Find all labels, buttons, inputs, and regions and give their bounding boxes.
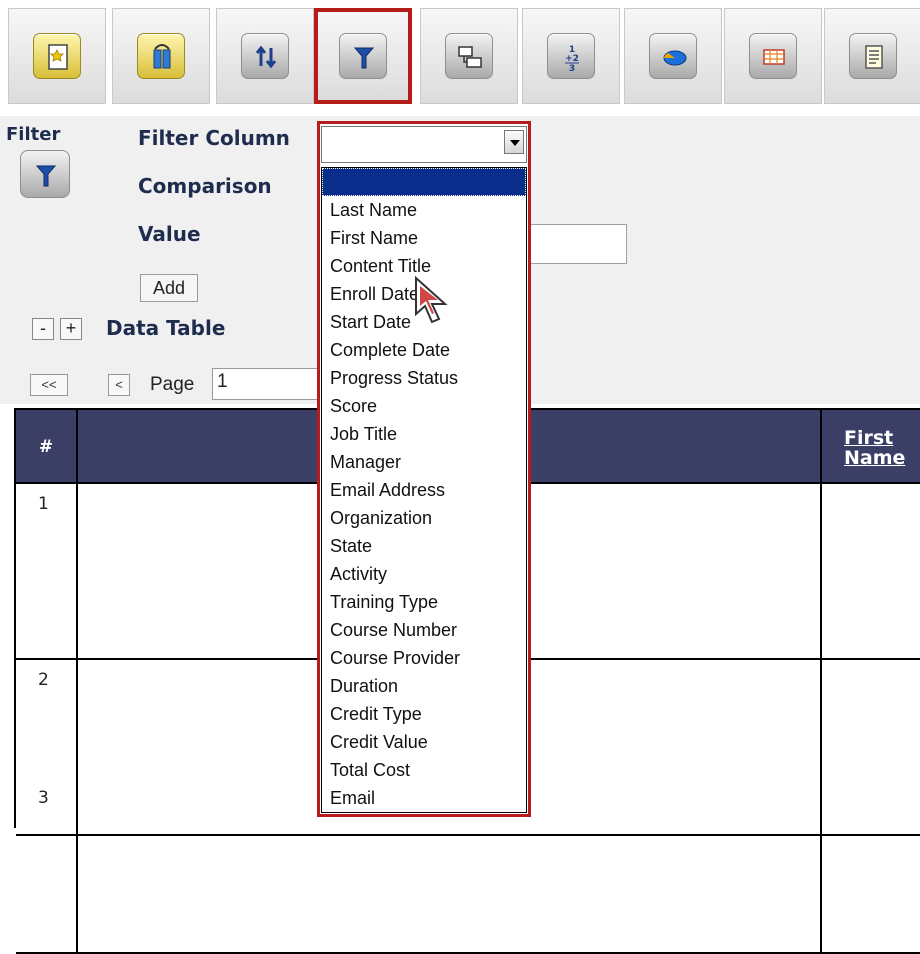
add-button[interactable]: Add	[140, 274, 198, 302]
row-number: 3	[16, 778, 78, 952]
subtotal-icon: 1 +2 3	[547, 33, 595, 79]
dropdown-option[interactable]: Course Number	[322, 616, 526, 644]
dropdown-option[interactable]: Activity	[322, 560, 526, 588]
columns-icon	[137, 33, 185, 79]
value-input[interactable]	[520, 224, 627, 264]
dropdown-option[interactable]: State	[322, 532, 526, 560]
dropdown-option[interactable]: Organization	[322, 504, 526, 532]
header-number: #	[16, 410, 78, 484]
dropdown-option[interactable]	[322, 168, 526, 196]
group-icon	[445, 33, 493, 79]
row-cell-first-name	[822, 484, 920, 658]
page-icon	[33, 33, 81, 79]
filter-icon	[339, 33, 387, 79]
dropdown-option[interactable]: Total Cost	[322, 756, 526, 784]
dropdown-option[interactable]: Job Title	[322, 420, 526, 448]
dropdown-option[interactable]: Course Provider	[322, 644, 526, 672]
header-first-name-line2: Name	[844, 447, 906, 469]
value-label: Value	[138, 222, 201, 246]
dropdown-option[interactable]: First Name	[322, 224, 526, 252]
comparison-label: Comparison	[138, 174, 272, 198]
grid-button[interactable]	[724, 8, 822, 104]
chart-icon	[649, 33, 697, 79]
dropdown-option[interactable]: Progress Status	[322, 364, 526, 392]
svg-text:3: 3	[569, 64, 575, 72]
subtotal-button[interactable]: 1 +2 3	[522, 8, 620, 104]
report-icon	[849, 33, 897, 79]
dropdown-option[interactable]: Complete Date	[322, 336, 526, 364]
mouse-cursor-icon	[415, 276, 448, 324]
dropdown-option[interactable]: Email	[322, 784, 526, 812]
chart-button[interactable]	[624, 8, 722, 104]
report-button[interactable]	[824, 8, 920, 104]
first-page-button[interactable]: <<	[30, 374, 68, 396]
page-button[interactable]	[8, 8, 106, 104]
chevron-down-icon[interactable]	[504, 130, 524, 154]
dropdown-option[interactable]: Last Name	[322, 196, 526, 224]
grid-icon	[749, 33, 797, 79]
dropdown-option[interactable]: Credit Type	[322, 700, 526, 728]
filter-column-dropdown: Last Name First Name Content Title Enroll D…	[317, 121, 531, 817]
group-button[interactable]	[420, 8, 518, 104]
row-number: 1	[16, 484, 78, 658]
prev-page-button[interactable]: <	[108, 374, 130, 396]
filter-title: Filter	[6, 124, 61, 145]
filter-icon	[20, 150, 70, 198]
row-cell-first-name	[822, 778, 920, 952]
dropdown-option[interactable]: Duration	[322, 672, 526, 700]
expand-button[interactable]: +	[60, 318, 82, 340]
page-input[interactable]: 1	[212, 368, 322, 400]
filter-column-options: Last Name First Name Content Title Enroll D…	[321, 167, 527, 813]
header-first-name-line1: First	[844, 427, 894, 449]
dropdown-option[interactable]: Credit Value	[322, 728, 526, 756]
dropdown-option[interactable]: Manager	[322, 448, 526, 476]
sort-icon	[241, 33, 289, 79]
toolbar: 1 +2 3	[0, 0, 920, 110]
filter-column-label: Filter Column	[138, 126, 290, 150]
filter-column-select[interactable]	[321, 126, 527, 163]
collapse-button[interactable]: -	[32, 318, 54, 340]
filter-button[interactable]	[314, 8, 412, 104]
data-table-title: Data Table	[106, 316, 226, 340]
columns-button[interactable]	[112, 8, 210, 104]
sort-button[interactable]	[216, 8, 314, 104]
page-label: Page	[150, 374, 195, 395]
header-first-name[interactable]: First Name	[822, 410, 920, 484]
dropdown-option[interactable]: Score	[322, 392, 526, 420]
dropdown-option[interactable]: Email Address	[322, 476, 526, 504]
dropdown-option[interactable]: Training Type	[322, 588, 526, 616]
